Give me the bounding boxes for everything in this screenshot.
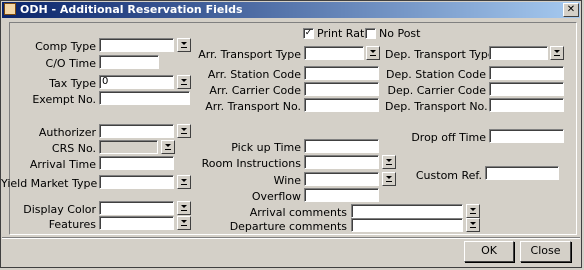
no-post-label: No Post [379, 27, 421, 40]
crs-no-dropdown-icon[interactable] [161, 140, 175, 154]
departure-comments-input[interactable] [351, 218, 463, 232]
yield-market-type-label: Yield Market Type [1, 177, 98, 190]
comp-type-label: Comp Type [35, 40, 96, 53]
comp-type-input[interactable] [99, 38, 174, 52]
dep-transport-type-label: Dep. Transport Type [385, 48, 495, 61]
close-button[interactable]: Close [520, 241, 571, 262]
exempt-no-label: Exempt No. [32, 93, 96, 106]
custom-ref-input[interactable] [485, 166, 559, 180]
tax-type-label: Tax Type [49, 77, 96, 90]
arr-transport-type-label: Arr. Transport Type [198, 48, 301, 61]
dep-transport-no-input[interactable] [489, 98, 564, 112]
overflow-input[interactable] [304, 188, 379, 202]
display-color-input[interactable] [99, 201, 174, 215]
overflow-label: Overflow [251, 190, 301, 203]
room-instructions-input[interactable] [304, 155, 379, 169]
yield-market-type-input[interactable] [99, 175, 174, 189]
features-dropdown-icon[interactable] [177, 216, 191, 230]
co-time-label: C/O Time [45, 57, 96, 70]
drop-off-time-label: Drop off Time [411, 131, 486, 144]
features-input[interactable] [99, 216, 174, 230]
departure-comments-label: Departure comments [229, 220, 347, 233]
arr-carrier-code-input[interactable] [304, 82, 379, 96]
dep-station-code-input[interactable] [489, 66, 564, 80]
drop-off-time-input[interactable] [489, 129, 564, 143]
arrival-time-label: Arrival Time [29, 158, 96, 171]
arrival-time-input[interactable] [99, 156, 174, 170]
dialog-window: ODH - Additional Reservation Fields ✕ ✓ … [0, 0, 582, 268]
arr-transport-no-input[interactable] [304, 98, 379, 112]
authorizer-input[interactable] [99, 124, 174, 138]
print-rate-checkbox[interactable]: ✓ [303, 28, 314, 39]
tax-type-input[interactable]: 0 [99, 75, 174, 89]
title-bar[interactable]: ODH - Additional Reservation Fields ✕ [2, 2, 580, 18]
tax-type-dropdown-icon[interactable] [177, 75, 191, 89]
arrival-comments-label: Arrival comments [249, 206, 347, 219]
arr-transport-no-label: Arr. Transport No. [205, 100, 301, 113]
features-label: Features [48, 218, 96, 231]
arr-station-code-input[interactable] [304, 66, 379, 80]
authorizer-label: Authorizer [38, 126, 96, 139]
dep-carrier-code-input[interactable] [489, 82, 564, 96]
arr-station-code-label: Arr. Station Code [207, 68, 301, 81]
dep-transport-type-input[interactable] [489, 46, 548, 60]
comp-type-dropdown-icon[interactable] [177, 38, 191, 52]
room-instructions-dropdown-icon[interactable] [382, 155, 396, 169]
wine-label: Wine [273, 174, 301, 187]
window-close-button[interactable]: ✕ [563, 3, 579, 17]
arr-carrier-code-label: Arr. Carrier Code [209, 84, 301, 97]
display-color-dropdown-icon[interactable] [177, 201, 191, 215]
dep-transport-no-label: Dep. Transport No. [385, 100, 488, 113]
no-post-checkbox[interactable] [365, 28, 376, 39]
crs-no-label: CRS No. [51, 142, 96, 155]
footer-separator [2, 237, 580, 239]
wine-input[interactable] [304, 172, 379, 186]
dep-carrier-code-label: Dep. Carrier Code [387, 84, 487, 97]
pick-up-time-input[interactable] [304, 139, 379, 153]
arr-transport-type-input[interactable] [304, 46, 364, 60]
app-window-icon [4, 3, 16, 15]
departure-comments-dropdown-icon[interactable] [466, 218, 480, 232]
authorizer-dropdown-icon[interactable] [177, 124, 191, 138]
display-color-label: Display Color [23, 203, 96, 216]
dep-station-code-label: Dep. Station Code [386, 68, 486, 81]
room-instructions-label: Room Instructions [201, 157, 301, 170]
dep-transport-type-dropdown-icon[interactable] [550, 46, 564, 60]
arrival-comments-dropdown-icon[interactable] [466, 204, 480, 218]
window-title: ODH - Additional Reservation Fields [20, 3, 243, 16]
arrival-comments-input[interactable] [351, 204, 463, 218]
exempt-no-input[interactable] [99, 91, 190, 105]
crs-no-input[interactable] [99, 140, 158, 154]
custom-ref-label: Custom Ref. [415, 169, 482, 182]
ok-button[interactable]: OK [464, 241, 514, 262]
pick-up-time-label: Pick up Time [231, 141, 301, 154]
arr-transport-type-dropdown-icon[interactable] [366, 46, 380, 60]
yield-market-type-dropdown-icon[interactable] [177, 175, 191, 189]
print-rate-label: Print Rate [317, 27, 372, 40]
co-time-input[interactable] [99, 55, 159, 69]
